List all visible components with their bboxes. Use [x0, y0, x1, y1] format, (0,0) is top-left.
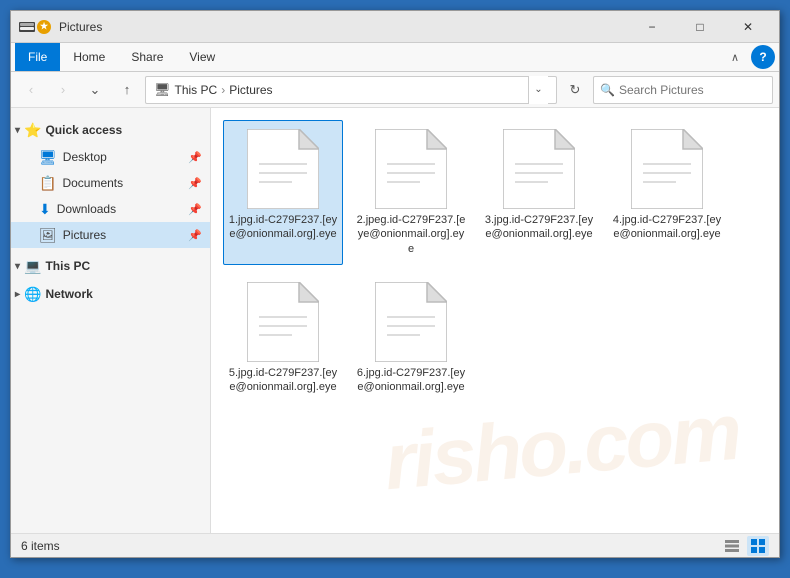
item-count: 6 items: [21, 539, 60, 553]
chevron-network-icon: ▸: [15, 289, 20, 300]
search-icon: 🔍: [600, 83, 615, 97]
tab-file[interactable]: File: [15, 43, 60, 71]
file-name-2: 2.jpeg.id-C279F237.[eye@onionmail.org].e…: [356, 213, 466, 256]
sidebar-item-documents[interactable]: 📋 Documents 📌: [11, 170, 210, 196]
file-item[interactable]: 4.jpg.id-C279F237.[eye@onionmail.org].ey…: [607, 120, 727, 265]
search-input[interactable]: [619, 83, 766, 97]
file-item[interactable]: 3.jpg.id-C279F237.[eye@onionmail.org].ey…: [479, 120, 599, 265]
watermark: risho.com: [380, 386, 742, 509]
tab-home[interactable]: Home: [60, 43, 118, 71]
file-grid: 1.jpg.id-C279F237.[eye@onionmail.org].ey…: [223, 120, 767, 403]
thispc-header[interactable]: ▾ 💻 This PC: [11, 252, 210, 280]
path-separator-1: ›: [221, 83, 225, 97]
window-controls: − □ ✕: [629, 13, 771, 41]
ribbon-collapse-button[interactable]: ∧: [723, 45, 747, 69]
file-name-3: 3.jpg.id-C279F237.[eye@onionmail.org].ey…: [484, 213, 594, 242]
desktop-label: Desktop: [63, 150, 107, 164]
documents-icon: 📋: [39, 175, 56, 192]
documents-label: Documents: [62, 176, 123, 190]
recent-locations-button[interactable]: ⌄: [81, 76, 109, 104]
help-button[interactable]: ?: [751, 45, 775, 69]
refresh-button[interactable]: ↻: [561, 76, 589, 104]
file-area: risho.com 1.jpg.id-C279F237.[eye@onionma…: [211, 108, 779, 533]
back-button[interactable]: ‹: [17, 76, 45, 104]
sidebar-item-pictures[interactable]: 🖼 Pictures 📌: [11, 222, 210, 248]
view-controls: [721, 536, 769, 556]
file-item[interactable]: 6.jpg.id-C279F237.[eye@onionmail.org].ey…: [351, 273, 471, 404]
maximize-button[interactable]: □: [677, 13, 723, 41]
sidebar-item-downloads[interactable]: ⬇ Downloads 📌: [11, 196, 210, 222]
path-dropdown-button[interactable]: ⌄: [528, 76, 548, 104]
tab-view[interactable]: View: [176, 43, 228, 71]
window-title: Pictures: [59, 20, 629, 34]
file-name-6: 6.jpg.id-C279F237.[eye@onionmail.org].ey…: [356, 366, 466, 395]
file-item[interactable]: 1.jpg.id-C279F237.[eye@onionmail.org].ey…: [223, 120, 343, 265]
file-item[interactable]: 5.jpg.id-C279F237.[eye@onionmail.org].ey…: [223, 273, 343, 404]
file-icon-6: [375, 282, 447, 362]
quick-access-header[interactable]: ▾ ⭐ Quick access: [11, 116, 210, 144]
downloads-icon: ⬇: [39, 201, 51, 218]
file-icon-4: [631, 129, 703, 209]
status-bar: 6 items: [11, 533, 779, 557]
file-name-4: 4.jpg.id-C279F237.[eye@onionmail.org].ey…: [612, 213, 722, 242]
ribbon-expand-area: ∧ ?: [723, 45, 775, 69]
desktop-icon: 🖥: [39, 149, 57, 166]
tab-share[interactable]: Share: [118, 43, 176, 71]
file-icon-3: [503, 129, 575, 209]
file-name-1: 1.jpg.id-C279F237.[eye@onionmail.org].ey…: [228, 213, 338, 242]
this-pc-label[interactable]: This PC: [175, 83, 218, 97]
chevron-right-icon: ▾: [15, 125, 20, 136]
minimize-button[interactable]: −: [629, 13, 675, 41]
file-item[interactable]: 2.jpeg.id-C279F237.[eye@onionmail.org].e…: [351, 120, 471, 265]
explorer-window: ★ Pictures − □ ✕ File Home Share View ∧ …: [10, 10, 780, 558]
pictures-folder-icon: 🖼: [39, 227, 57, 244]
pictures-sidebar-label: Pictures: [63, 228, 106, 242]
title-bar: ★ Pictures − □ ✕: [11, 11, 779, 43]
pictures-label[interactable]: Pictures: [229, 83, 272, 97]
title-bar-icons: ★: [19, 20, 51, 34]
file-icon-2: [375, 129, 447, 209]
list-view-button[interactable]: [721, 536, 743, 556]
large-icons-view-button[interactable]: [747, 536, 769, 556]
ribbon: File Home Share View ∧ ?: [11, 43, 779, 72]
forward-button[interactable]: ›: [49, 76, 77, 104]
pin-icon-pictures: 📌: [188, 229, 202, 242]
address-bar: ‹ › ⌄ ↑ 🖥 This PC › Pictures ⌄ ↻ 🔍: [11, 72, 779, 108]
file-icon-1: [247, 129, 319, 209]
network-label: Network: [45, 287, 92, 301]
network-icon: 🌐: [24, 286, 41, 303]
this-pc-icon: 🖥: [154, 82, 171, 98]
pin-icon-desktop: 📌: [188, 151, 202, 164]
thispc-icon: 💻: [24, 258, 41, 275]
ribbon-tab-bar: File Home Share View ∧ ?: [11, 43, 779, 71]
address-path[interactable]: 🖥 This PC › Pictures ⌄: [145, 76, 557, 104]
thispc-label: This PC: [45, 259, 90, 273]
network-header[interactable]: ▸ 🌐 Network: [11, 280, 210, 308]
pin-icon-downloads: 📌: [188, 203, 202, 216]
quick-access-label: Quick access: [45, 123, 122, 137]
sidebar: ▾ ⭐ Quick access 🖥 Desktop 📌 📋 Documents…: [11, 108, 211, 533]
file-name-5: 5.jpg.id-C279F237.[eye@onionmail.org].ey…: [228, 366, 338, 395]
main-content: ▾ ⭐ Quick access 🖥 Desktop 📌 📋 Documents…: [11, 108, 779, 533]
chevron-thispc-icon: ▾: [15, 261, 20, 272]
pin-icon-documents: 📌: [188, 177, 202, 190]
search-box[interactable]: 🔍: [593, 76, 773, 104]
sidebar-item-desktop[interactable]: 🖥 Desktop 📌: [11, 144, 210, 170]
downloads-label: Downloads: [57, 202, 116, 216]
up-button[interactable]: ↑: [113, 76, 141, 104]
file-icon-5: [247, 282, 319, 362]
close-button[interactable]: ✕: [725, 13, 771, 41]
quick-access-star-icon: ⭐: [24, 122, 41, 139]
